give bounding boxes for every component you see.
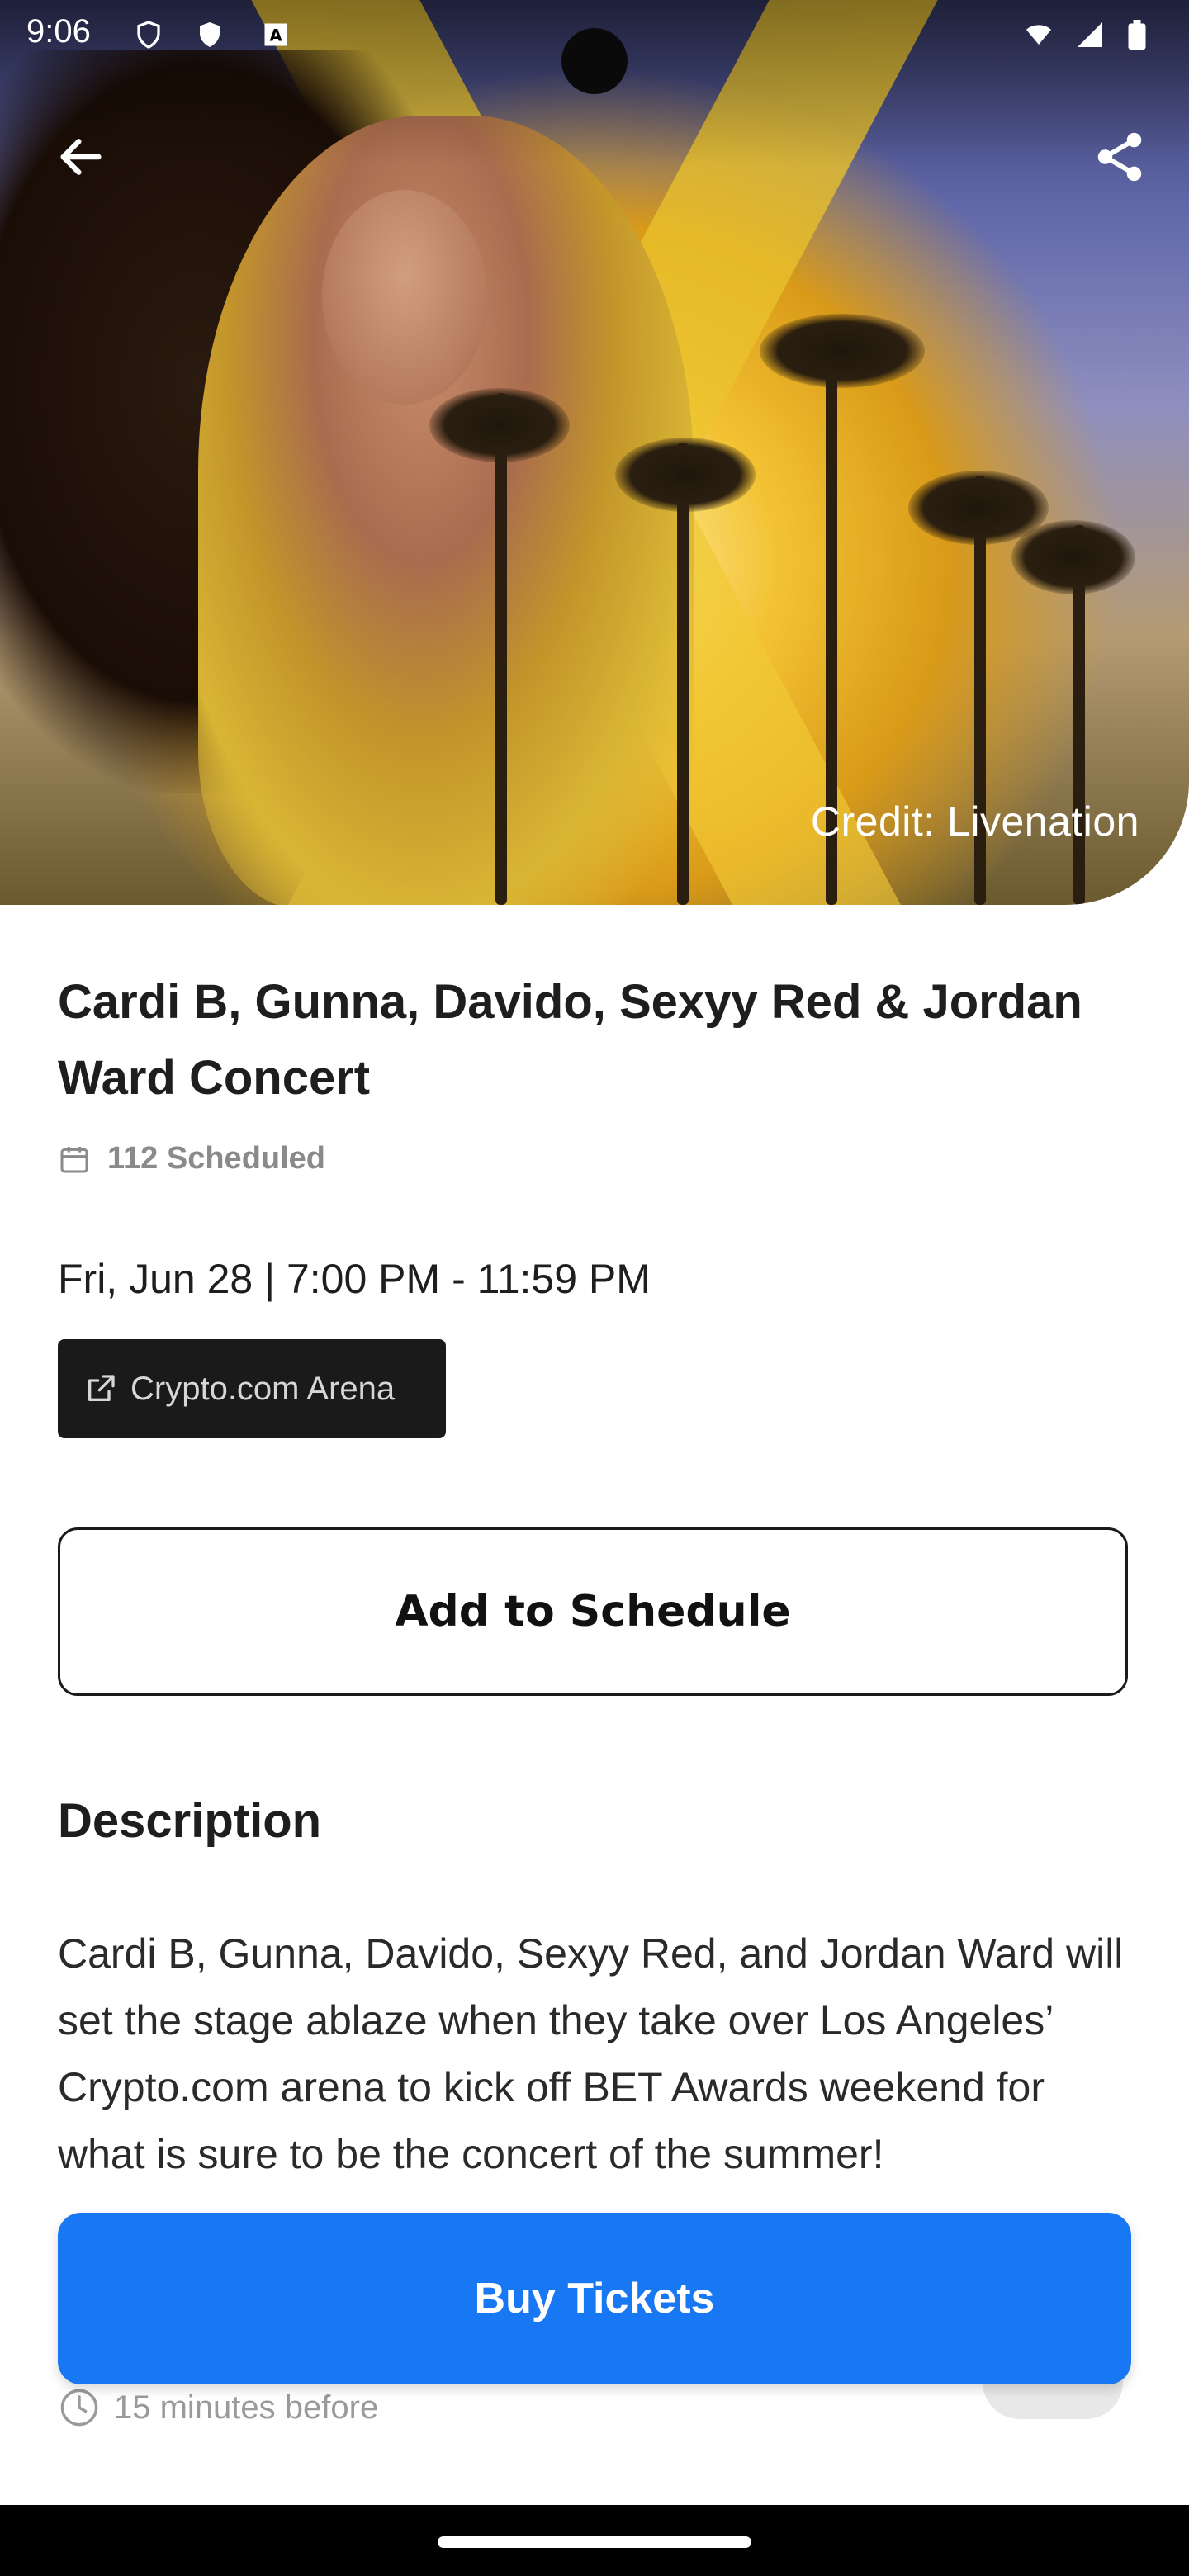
- scheduled-count-label: 112 Scheduled: [107, 1141, 326, 1176]
- vpn-shield-icon: [137, 21, 160, 49]
- status-bar: 9:06 A: [0, 0, 1189, 94]
- palm-frond: [1011, 520, 1135, 594]
- palm-tree: [677, 443, 689, 905]
- palm-frond: [429, 388, 570, 462]
- external-link-icon: [88, 1375, 115, 1401]
- home-gesture-bar[interactable]: [438, 2536, 751, 2548]
- share-icon: [1097, 132, 1142, 182]
- hero-face: [322, 190, 487, 405]
- battery-icon: [1128, 20, 1146, 50]
- arrow-left-icon: [60, 139, 102, 175]
- event-datetime: Fri, Jun 28 | 7:00 PM - 11:59 PM: [58, 1256, 651, 1302]
- event-title: Cardi B, Gunna, Davido, Sexyy Red & Jord…: [58, 975, 1082, 1105]
- calendar-icon: [60, 1146, 88, 1172]
- buy-tickets-button[interactable]: Buy Tickets: [58, 2213, 1131, 2384]
- wifi-icon: [1026, 25, 1051, 45]
- clock-icon: [60, 2389, 98, 2427]
- description-heading: Description: [58, 1794, 322, 1848]
- shield-icon: [200, 22, 220, 47]
- status-time: 9:06: [26, 13, 91, 50]
- palm-frond: [615, 438, 756, 512]
- reminder-label: 15 minutes before: [114, 2389, 379, 2426]
- event-hero-image: Credit: Livenation: [0, 0, 1189, 905]
- back-button[interactable]: [40, 116, 122, 198]
- svg-text:A: A: [269, 26, 282, 45]
- share-button[interactable]: [1078, 116, 1161, 198]
- camera-cutout: [561, 28, 628, 94]
- cell-signal-icon: [1078, 22, 1102, 47]
- venue-label: Crypto.com Arena: [130, 1370, 396, 1407]
- reminder-row: 15 minutes before: [58, 2386, 378, 2429]
- image-credit: Credit: Livenation: [810, 798, 1139, 845]
- venue-link[interactable]: Crypto.com Arena: [58, 1339, 446, 1438]
- scheduled-count: 112 Scheduled: [58, 1141, 325, 1177]
- palm-tree: [495, 393, 507, 905]
- add-to-schedule-button[interactable]: Add to Schedule: [58, 1527, 1128, 1696]
- description-text: Cardi B, Gunna, Davido, Sexyy Red, and J…: [58, 1930, 1124, 2177]
- palm-frond: [760, 314, 925, 388]
- font-a-icon: A: [264, 23, 287, 46]
